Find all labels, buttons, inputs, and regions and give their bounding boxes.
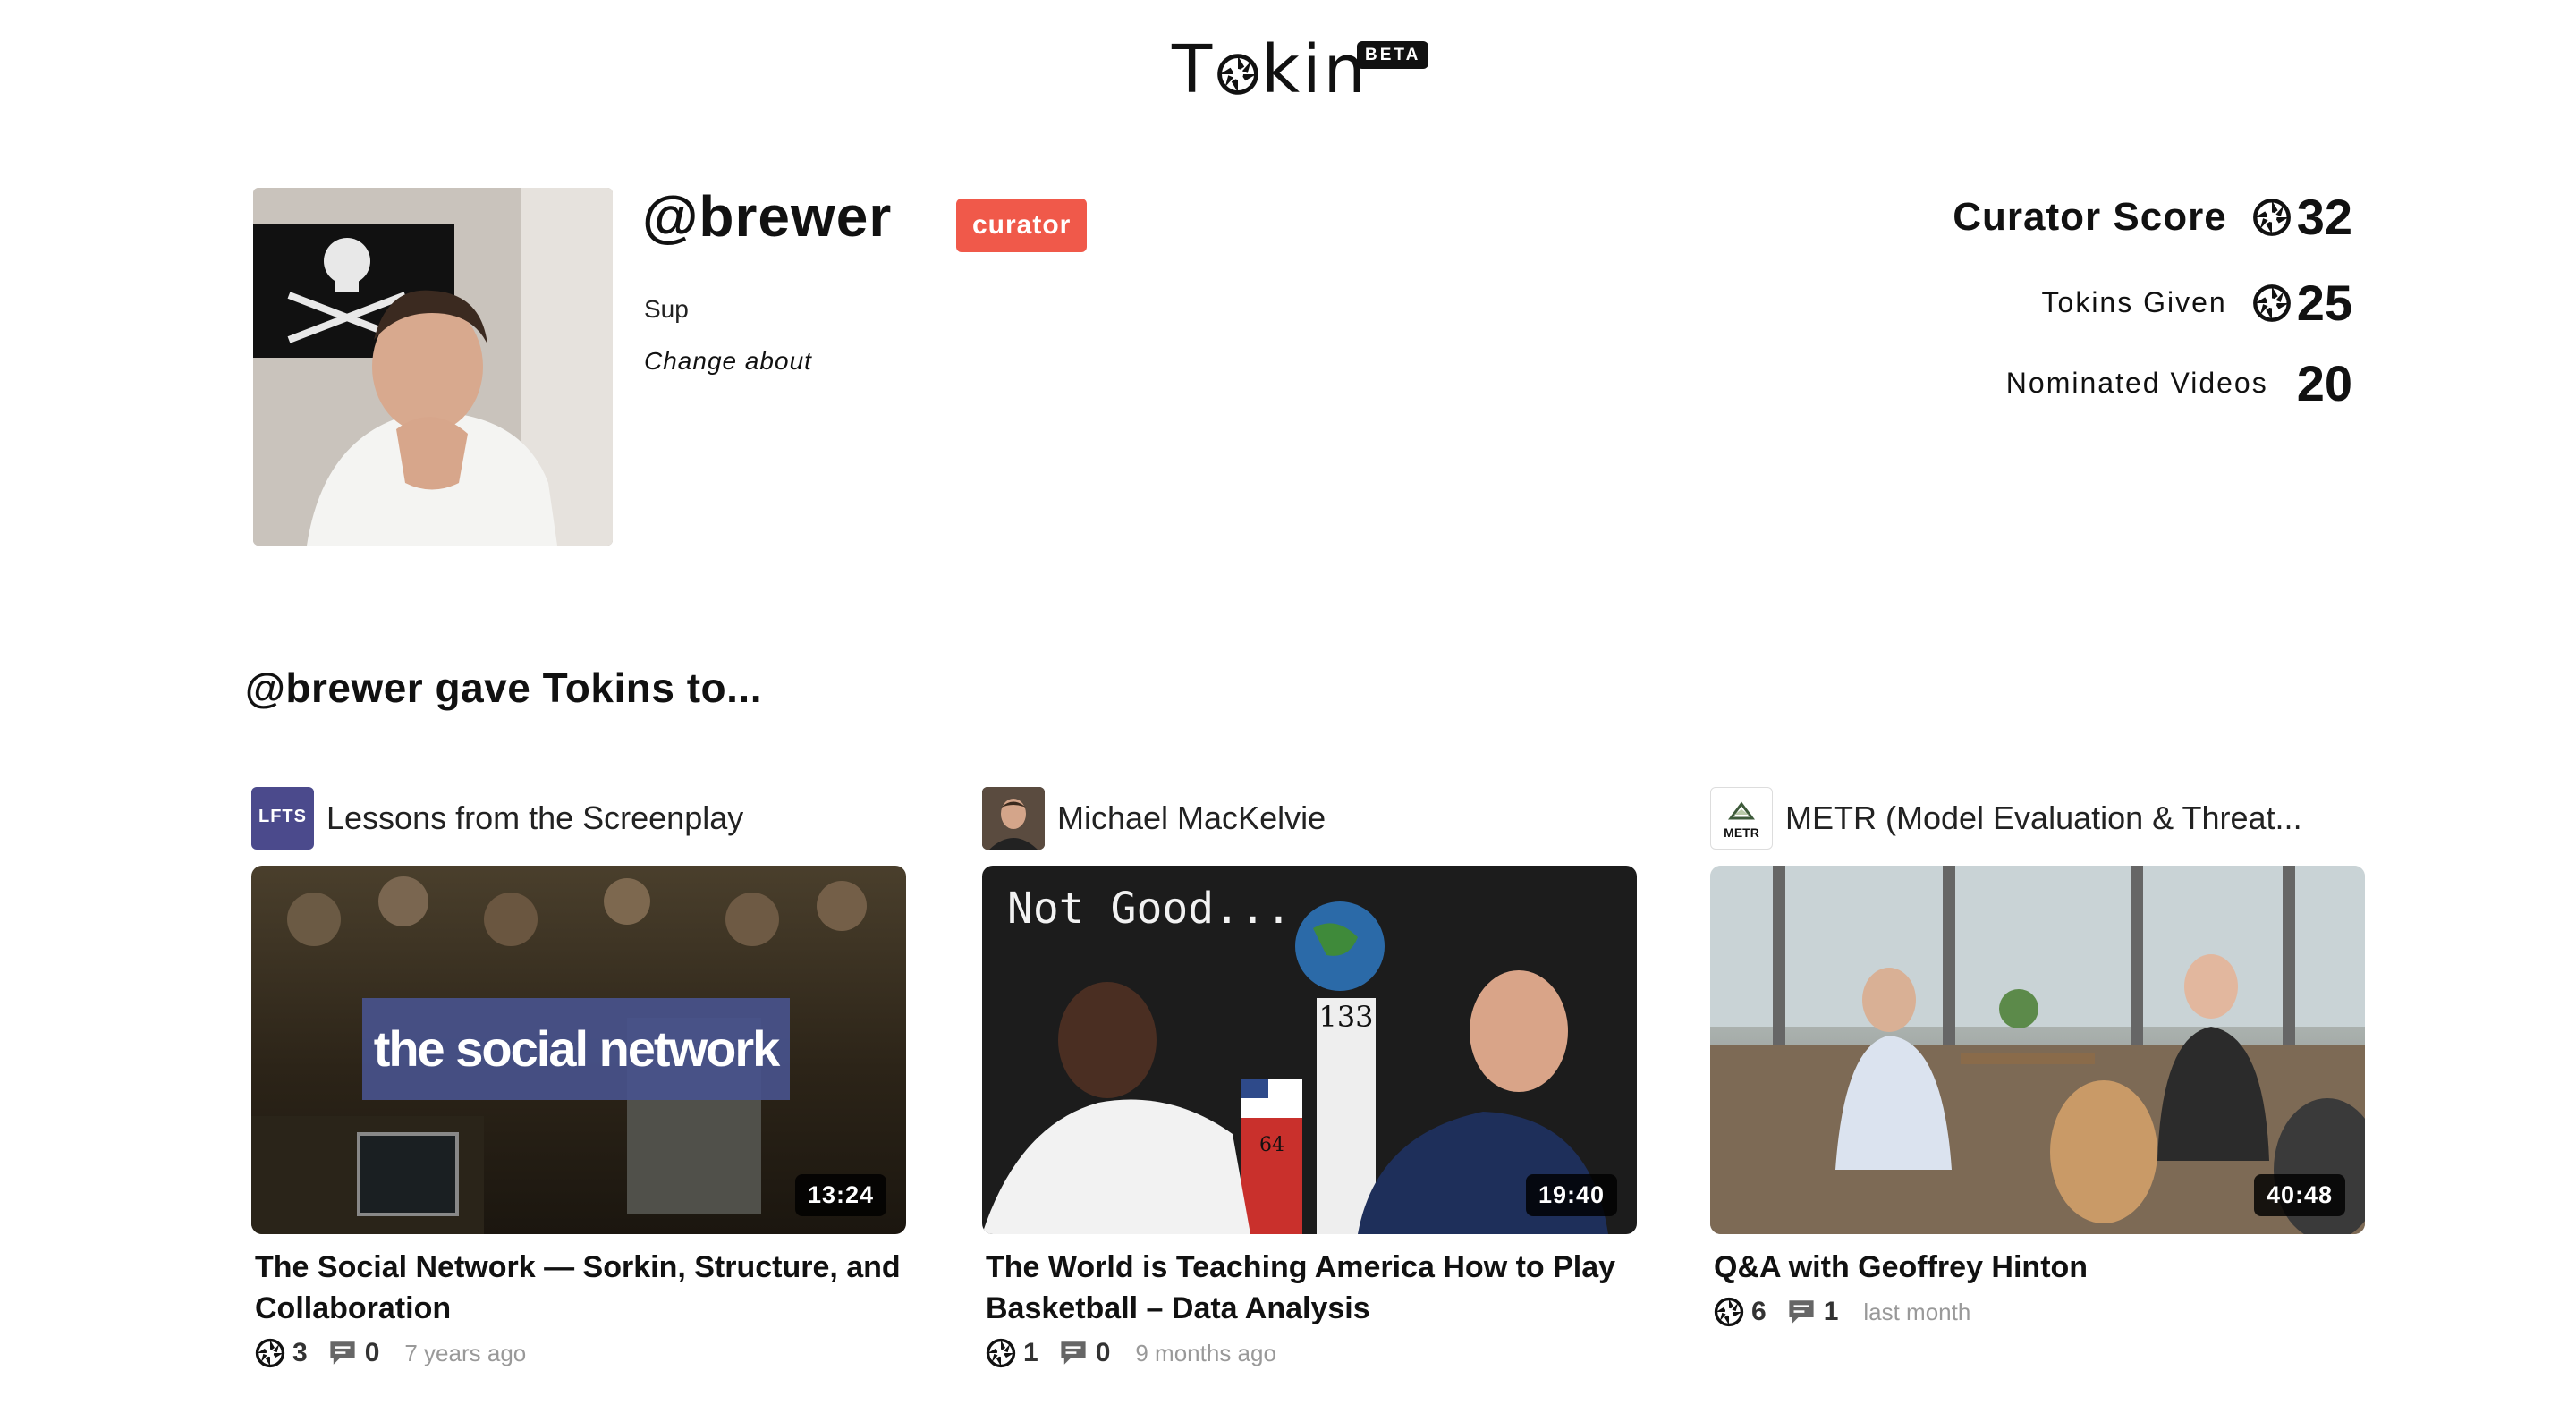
nominated-videos-label: Nominated Videos (2005, 367, 2268, 399)
nominated-videos-value: 20 (2296, 355, 2352, 411)
thumbnail-title-overlay: Not Good... (1007, 884, 1292, 934)
video-age: 9 months ago (1135, 1339, 1276, 1366)
video-age: last month (1863, 1298, 1971, 1325)
video-title[interactable]: The World is Teaching America How to Pla… (986, 1247, 1637, 1329)
tokin-icon (2252, 283, 2292, 323)
channel-name: Lessons from the Screenplay (326, 800, 744, 836)
section-heading: @brewer gave Tokins to... (245, 664, 762, 711)
comment-icon (1786, 1297, 1817, 1327)
profile-username: @brewer (642, 184, 893, 249)
video-age: 7 years ago (404, 1339, 527, 1366)
tokin-logo[interactable]: Tkin BETA (1172, 27, 1440, 125)
thumbnail-value-a: 133 (1318, 1000, 1374, 1034)
tokin-icon (255, 1338, 285, 1368)
channel-link[interactable]: LFTS Lessons from the Screenplay (251, 787, 906, 850)
tokin-icon (986, 1338, 1016, 1368)
comment-count: 0 (1095, 1338, 1111, 1367)
stat-tokins-given: Tokins Given 25 (2042, 274, 2352, 332)
channel-avatar-text: LFTS (258, 807, 307, 826)
channel-link[interactable]: Michael MacKelvie (982, 787, 1637, 850)
comment-count: 1 (1823, 1297, 1839, 1326)
comment-icon (327, 1338, 358, 1368)
video-duration: 40:48 (2253, 1174, 2345, 1216)
comment-icon (1058, 1338, 1089, 1368)
curator-score-value: 32 (2296, 189, 2352, 245)
tokins-given-label: Tokins Given (2041, 286, 2227, 318)
stat-nominated-videos: Nominated Videos 20 (2006, 354, 2352, 412)
video-title[interactable]: The Social Network — Sorkin, Structure, … (255, 1247, 906, 1329)
stat-curator-score: Curator Score 32 (1953, 188, 2352, 246)
tokin-icon (1714, 1297, 1744, 1327)
tokin-icon (2252, 198, 2292, 237)
video-thumbnail[interactable]: the social network 13:24 (251, 866, 906, 1234)
comment-count: 0 (364, 1338, 380, 1367)
channel-avatar: LFTS (251, 787, 314, 850)
tokins-given-value: 25 (2296, 275, 2352, 331)
thumbnail-title-overlay: the social network (362, 998, 790, 1100)
channel-avatar (982, 787, 1045, 850)
video-thumbnail[interactable]: Not Good... 133 64 19:40 (982, 866, 1637, 1234)
channel-name: METR (Model Evaluation & Threat... (1785, 800, 2302, 836)
video-card: METR METR (Model Evaluation & Threat... … (1710, 787, 2365, 1327)
video-meta: 1 0 9 months ago (986, 1338, 1637, 1368)
avatar (253, 188, 613, 546)
video-meta: 6 1 last month (1714, 1297, 2365, 1327)
role-badge: curator (956, 199, 1088, 252)
channel-avatar-text: METR (1724, 825, 1759, 840)
profile-about: Sup (644, 295, 689, 323)
thumbnail-value-b: 64 (1259, 1134, 1284, 1156)
tokin-icon (1216, 30, 1259, 73)
video-meta: 3 0 7 years ago (255, 1338, 906, 1368)
video-title[interactable]: Q&A with Geoffrey Hinton (1714, 1247, 2365, 1288)
tokin-count: 1 (1023, 1338, 1038, 1367)
video-duration: 13:24 (794, 1174, 886, 1216)
channel-link[interactable]: METR METR (Model Evaluation & Threat... (1710, 787, 2365, 850)
video-thumbnail[interactable]: 40:48 (1710, 866, 2365, 1234)
curator-score-label: Curator Score (1953, 194, 2227, 239)
channel-name: Michael MacKelvie (1057, 800, 1326, 836)
channel-avatar: METR (1710, 787, 1773, 850)
video-card: LFTS Lessons from the Screenplay the soc… (251, 787, 906, 1368)
beta-badge: BETA (1357, 41, 1429, 69)
video-card: Michael MacKelvie Not Good... 133 64 19:… (982, 787, 1637, 1368)
tokin-count: 3 (292, 1338, 308, 1367)
change-about-link[interactable]: Change about (644, 347, 812, 376)
video-duration: 19:40 (1525, 1174, 1617, 1216)
logo-wordmark: Tkin (1172, 30, 1368, 108)
tokin-count: 6 (1751, 1297, 1767, 1326)
